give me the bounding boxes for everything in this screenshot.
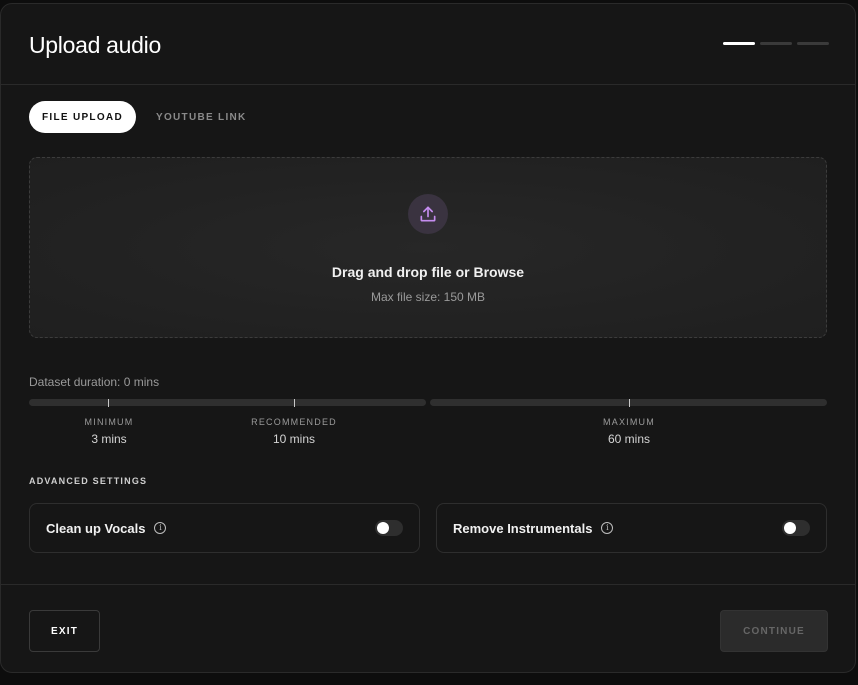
exit-button[interactable]: EXIT [29, 610, 100, 652]
remove-instrumentals-toggle[interactable] [782, 520, 810, 536]
setting-label: Remove Instrumentals [453, 520, 593, 536]
tab-file-upload[interactable]: FILE UPLOAD [29, 101, 136, 133]
continue-button[interactable]: CONTINUE [720, 610, 828, 652]
step-1-indicator [723, 42, 755, 45]
tab-youtube-link[interactable]: YOUTUBE LINK [143, 101, 260, 133]
upload-icon-circle [408, 194, 448, 234]
modal-title: Upload audio [29, 32, 161, 58]
setting-clean-up-vocals: Clean up Vocals i [29, 503, 420, 553]
duration-bar-segment-1 [29, 399, 426, 406]
recommended-value: 10 mins [272, 432, 316, 446]
dataset-duration-label: Dataset duration: 0 mins [29, 375, 160, 389]
step-indicator [723, 42, 829, 45]
minimum-value: 3 mins [91, 432, 127, 446]
toggle-knob [784, 522, 796, 534]
dropzone-title[interactable]: Drag and drop file or Browse [30, 264, 826, 280]
upload-audio-modal: Upload audio FILE UPLOAD YOUTUBE LINK Dr… [0, 3, 856, 673]
clean-up-vocals-toggle[interactable] [375, 520, 403, 536]
advanced-settings-heading: ADVANCED SETTINGS [29, 476, 148, 486]
recommended-tick [294, 399, 295, 407]
footer-divider [1, 584, 855, 585]
minimum-tick [108, 399, 109, 407]
recommended-label: RECOMMENDED [251, 417, 337, 427]
dropzone-max-size: Max file size: 150 MB [370, 290, 486, 304]
maximum-tick [629, 399, 630, 407]
upload-source-tabs: FILE UPLOAD YOUTUBE LINK [29, 101, 260, 133]
header-divider [1, 84, 855, 85]
minimum-label: MINIMUM [84, 417, 134, 427]
step-3-indicator [797, 42, 829, 45]
toggle-knob [377, 522, 389, 534]
upload-icon [420, 206, 436, 222]
info-icon[interactable]: i [601, 522, 614, 534]
file-dropzone[interactable]: Drag and drop file or Browse Max file si… [29, 157, 827, 338]
step-2-indicator [760, 42, 792, 45]
maximum-label: MAXIMUM [603, 417, 655, 427]
info-icon[interactable]: i [154, 522, 167, 534]
maximum-value: 60 mins [607, 432, 651, 446]
setting-label: Clean up Vocals [46, 520, 146, 536]
setting-remove-instrumentals: Remove Instrumentals i [436, 503, 827, 553]
